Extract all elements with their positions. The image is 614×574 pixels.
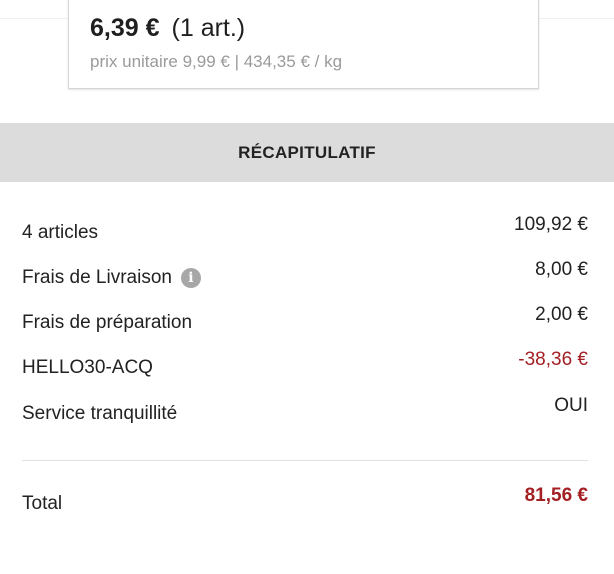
row-value: OUI [554,395,588,416]
row-label-wrap: Frais de Livraison i [22,267,201,289]
row-value-discount: -38,36 € [518,349,588,370]
product-quantity: (1 art.) [171,14,246,42]
info-icon[interactable]: i [180,268,201,288]
row-service: Service tranquillité OUI [22,395,588,425]
unit-price: prix unitaire 9,99 € | 434,35 € / kg [90,52,343,71]
row-label: 4 articles [22,222,99,243]
recap-header: RÉCAPITULATIF [0,123,614,182]
row-delivery-fee: Frais de Livraison i 8,00 € [22,259,588,289]
row-label: HELLO30-ACQ [22,357,153,378]
recap-title: RÉCAPITULATIF [238,142,376,162]
row-value: 109,92 € [514,214,588,235]
total-label: Total [22,493,63,514]
divider [22,460,588,461]
row-articles: 4 articles 109,92 € [22,214,588,244]
row-value: 2,00 € [535,304,588,325]
row-label: Frais de Livraison [22,267,172,288]
row-label: Frais de préparation [22,312,193,333]
total-value: 81,56 € [524,485,588,506]
product-card: 6,39 € (1 art.) prix unitaire 9,99 € | 43… [68,0,539,89]
row-promo-code: HELLO30-ACQ -38,36 € [22,349,588,379]
row-label: Service tranquillité [22,403,178,424]
row-value: 8,00 € [535,259,588,280]
row-preparation-fee: Frais de préparation 2,00 € [22,304,588,334]
price-line: 6,39 € (1 art.) [90,14,245,43]
row-total: Total 81,56 € [22,485,588,515]
product-price: 6,39 € [90,14,160,42]
